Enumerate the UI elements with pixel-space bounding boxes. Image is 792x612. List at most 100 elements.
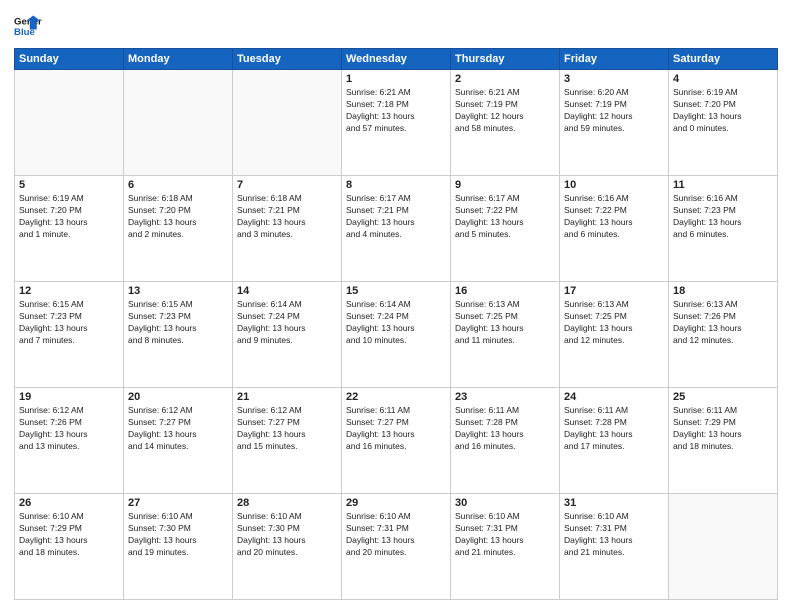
day-info: Sunrise: 6:14 AMSunset: 7:24 PMDaylight:… — [346, 299, 446, 347]
calendar-cell: 5 Sunrise: 6:19 AMSunset: 7:20 PMDaylight… — [15, 176, 124, 282]
calendar-cell — [669, 494, 778, 600]
calendar-cell: 22 Sunrise: 6:11 AMSunset: 7:27 PMDayligh… — [342, 388, 451, 494]
day-info: Sunrise: 6:12 AMSunset: 7:27 PMDaylight:… — [128, 405, 228, 453]
day-number: 29 — [346, 497, 446, 509]
day-number: 25 — [673, 391, 773, 403]
calendar-cell: 4 Sunrise: 6:19 AMSunset: 7:20 PMDaylight… — [669, 70, 778, 176]
calendar-cell: 1 Sunrise: 6:21 AMSunset: 7:18 PMDaylight… — [342, 70, 451, 176]
weekday-header-saturday: Saturday — [669, 49, 778, 70]
weekday-header-monday: Monday — [124, 49, 233, 70]
calendar-cell: 25Sunrise: 6:11 AMSunset: 7:29 PMDayligh… — [669, 388, 778, 494]
calendar-cell: 16 Sunrise: 6:13 AMSunset: 7:25 PMDayligh… — [451, 282, 560, 388]
calendar-cell: 27 Sunrise: 6:10 AMSunset: 7:30 PMDayligh… — [124, 494, 233, 600]
day-info: Sunrise: 6:14 AMSunset: 7:24 PMDaylight:… — [237, 299, 337, 347]
calendar-cell: 8 Sunrise: 6:17 AMSunset: 7:21 PMDaylight… — [342, 176, 451, 282]
weekday-header-tuesday: Tuesday — [233, 49, 342, 70]
day-info: Sunrise: 6:17 AMSunset: 7:21 PMDaylight:… — [346, 193, 446, 241]
day-info: Sunrise: 6:10 AMSunset: 7:30 PMDaylight:… — [128, 511, 228, 559]
calendar-cell: 13Sunrise: 6:15 AMSunset: 7:23 PMDayligh… — [124, 282, 233, 388]
day-number: 7 — [237, 179, 337, 191]
day-info: Sunrise: 6:10 AMSunset: 7:30 PMDaylight:… — [237, 511, 337, 559]
day-info: Sunrise: 6:19 AMSunset: 7:20 PMDaylight:… — [19, 193, 119, 241]
week-row-5: 26Sunrise: 6:10 AMSunset: 7:29 PMDayligh… — [15, 494, 778, 600]
day-number: 24 — [564, 391, 664, 403]
calendar-cell: 26Sunrise: 6:10 AMSunset: 7:29 PMDayligh… — [15, 494, 124, 600]
day-info: Sunrise: 6:15 AMSunset: 7:23 PMDaylight:… — [19, 299, 119, 347]
calendar-cell: 23 Sunrise: 6:11 AMSunset: 7:28 PMDayligh… — [451, 388, 560, 494]
svg-text:General: General — [14, 16, 42, 27]
day-number: 22 — [346, 391, 446, 403]
day-number: 2 — [455, 73, 555, 85]
calendar-cell: 17Sunrise: 6:13 AMSunset: 7:25 PMDayligh… — [560, 282, 669, 388]
day-number: 8 — [346, 179, 446, 191]
day-number: 6 — [128, 179, 228, 191]
day-info: Sunrise: 6:18 AMSunset: 7:21 PMDaylight:… — [237, 193, 337, 241]
calendar-cell — [233, 70, 342, 176]
calendar-cell: 18 Sunrise: 6:13 AMSunset: 7:26 PMDayligh… — [669, 282, 778, 388]
calendar-cell: 29 Sunrise: 6:10 AMSunset: 7:31 PMDayligh… — [342, 494, 451, 600]
day-info: Sunrise: 6:11 AMSunset: 7:28 PMDaylight:… — [455, 405, 555, 453]
day-number: 1 — [346, 73, 446, 85]
day-info: Sunrise: 6:12 AMSunset: 7:26 PMDaylight:… — [19, 405, 119, 453]
day-number: 12 — [19, 285, 119, 297]
calendar-cell: 14Sunrise: 6:14 AMSunset: 7:24 PMDayligh… — [233, 282, 342, 388]
day-number: 27 — [128, 497, 228, 509]
week-row-1: 1 Sunrise: 6:21 AMSunset: 7:18 PMDaylight… — [15, 70, 778, 176]
day-number: 18 — [673, 285, 773, 297]
day-number: 11 — [673, 179, 773, 191]
day-info: Sunrise: 6:10 AMSunset: 7:31 PMDaylight:… — [564, 511, 664, 559]
calendar-cell: 6 Sunrise: 6:18 AMSunset: 7:20 PMDaylight… — [124, 176, 233, 282]
day-number: 28 — [237, 497, 337, 509]
calendar-cell: 21Sunrise: 6:12 AMSunset: 7:27 PMDayligh… — [233, 388, 342, 494]
day-number: 21 — [237, 391, 337, 403]
day-number: 26 — [19, 497, 119, 509]
day-number: 16 — [455, 285, 555, 297]
day-number: 4 — [673, 73, 773, 85]
day-info: Sunrise: 6:21 AMSunset: 7:18 PMDaylight:… — [346, 87, 446, 135]
calendar-cell: 15 Sunrise: 6:14 AMSunset: 7:24 PMDayligh… — [342, 282, 451, 388]
day-info: Sunrise: 6:19 AMSunset: 7:20 PMDaylight:… — [673, 87, 773, 135]
calendar-cell: 20 Sunrise: 6:12 AMSunset: 7:27 PMDayligh… — [124, 388, 233, 494]
day-info: Sunrise: 6:16 AMSunset: 7:23 PMDaylight:… — [673, 193, 773, 241]
day-number: 3 — [564, 73, 664, 85]
day-info: Sunrise: 6:11 AMSunset: 7:27 PMDaylight:… — [346, 405, 446, 453]
day-info: Sunrise: 6:13 AMSunset: 7:26 PMDaylight:… — [673, 299, 773, 347]
calendar-cell: 9Sunrise: 6:17 AMSunset: 7:22 PMDaylight… — [451, 176, 560, 282]
day-info: Sunrise: 6:10 AMSunset: 7:31 PMDaylight:… — [346, 511, 446, 559]
weekday-header-row: SundayMondayTuesdayWednesdayThursdayFrid… — [15, 49, 778, 70]
day-info: Sunrise: 6:21 AMSunset: 7:19 PMDaylight:… — [455, 87, 555, 135]
calendar-cell: 28 Sunrise: 6:10 AMSunset: 7:30 PMDayligh… — [233, 494, 342, 600]
day-info: Sunrise: 6:10 AMSunset: 7:31 PMDaylight:… — [455, 511, 555, 559]
calendar-cell: 3Sunrise: 6:20 AMSunset: 7:19 PMDaylight… — [560, 70, 669, 176]
week-row-4: 19Sunrise: 6:12 AMSunset: 7:26 PMDayligh… — [15, 388, 778, 494]
day-number: 20 — [128, 391, 228, 403]
page: General Blue SundayMondayTuesdayWednesda… — [0, 0, 792, 612]
weekday-header-friday: Friday — [560, 49, 669, 70]
header: General Blue — [14, 12, 778, 40]
day-number: 31 — [564, 497, 664, 509]
calendar-cell: 2 Sunrise: 6:21 AMSunset: 7:19 PMDaylight… — [451, 70, 560, 176]
day-info: Sunrise: 6:15 AMSunset: 7:23 PMDaylight:… — [128, 299, 228, 347]
calendar-cell: 30 Sunrise: 6:10 AMSunset: 7:31 PMDayligh… — [451, 494, 560, 600]
logo-icon: General Blue — [14, 12, 42, 40]
day-number: 15 — [346, 285, 446, 297]
day-info: Sunrise: 6:17 AMSunset: 7:22 PMDaylight:… — [455, 193, 555, 241]
calendar-cell — [15, 70, 124, 176]
day-info: Sunrise: 6:13 AMSunset: 7:25 PMDaylight:… — [564, 299, 664, 347]
calendar-cell: 12 Sunrise: 6:15 AMSunset: 7:23 PMDayligh… — [15, 282, 124, 388]
calendar-table: SundayMondayTuesdayWednesdayThursdayFrid… — [14, 48, 778, 600]
calendar-cell: 11 Sunrise: 6:16 AMSunset: 7:23 PMDayligh… — [669, 176, 778, 282]
week-row-3: 12 Sunrise: 6:15 AMSunset: 7:23 PMDayligh… — [15, 282, 778, 388]
calendar-cell: 19Sunrise: 6:12 AMSunset: 7:26 PMDayligh… — [15, 388, 124, 494]
day-number: 5 — [19, 179, 119, 191]
day-info: Sunrise: 6:13 AMSunset: 7:25 PMDaylight:… — [455, 299, 555, 347]
day-number: 23 — [455, 391, 555, 403]
calendar-cell: 7 Sunrise: 6:18 AMSunset: 7:21 PMDaylight… — [233, 176, 342, 282]
logo: General Blue — [14, 12, 42, 40]
day-info: Sunrise: 6:18 AMSunset: 7:20 PMDaylight:… — [128, 193, 228, 241]
weekday-header-thursday: Thursday — [451, 49, 560, 70]
day-info: Sunrise: 6:16 AMSunset: 7:22 PMDaylight:… — [564, 193, 664, 241]
day-number: 30 — [455, 497, 555, 509]
day-info: Sunrise: 6:11 AMSunset: 7:28 PMDaylight:… — [564, 405, 664, 453]
week-row-2: 5 Sunrise: 6:19 AMSunset: 7:20 PMDaylight… — [15, 176, 778, 282]
